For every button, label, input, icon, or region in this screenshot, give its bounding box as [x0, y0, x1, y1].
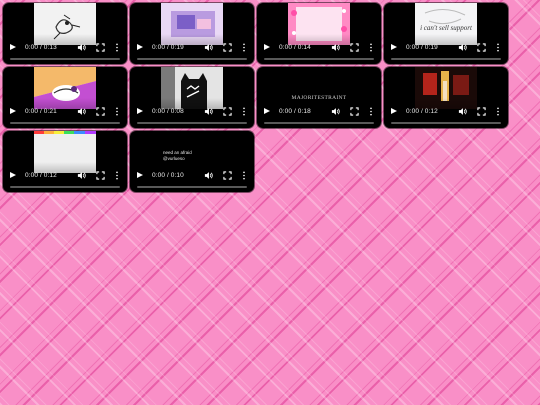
more-options-icon[interactable]	[369, 107, 373, 116]
video-player[interactable]: 0:00 / 0:13	[3, 3, 127, 64]
time-display: 0:00 / 0:18	[279, 107, 311, 115]
progress-bar[interactable]	[10, 186, 120, 188]
fullscreen-icon[interactable]	[223, 106, 232, 116]
controls-bar: 0:00 / 0:13	[3, 38, 127, 56]
more-options-icon[interactable]	[496, 43, 500, 52]
progress-bar[interactable]	[391, 58, 501, 60]
video-player[interactable]: i can't sell support 0:00 / 0:19	[384, 3, 508, 64]
time-display: 0:00 / 0:12	[406, 107, 438, 115]
controls-bar: 0:00 / 0:14	[257, 38, 381, 56]
progress-bar[interactable]	[10, 122, 120, 124]
fullscreen-icon[interactable]	[477, 42, 486, 52]
controls-bar: 0:00 / 0:18	[257, 102, 381, 120]
controls-bar: 0:00 / 0:21	[3, 102, 127, 120]
fullscreen-icon[interactable]	[96, 42, 105, 52]
controls-bar: 0:00 / 0:19	[130, 38, 254, 56]
video-player[interactable]: MAJORITESTRAINT 0:00 / 0:18	[257, 67, 381, 128]
volume-icon[interactable]	[458, 107, 467, 116]
video-player[interactable]: 0:00 / 0:19	[130, 3, 254, 64]
video-player[interactable]: 0:00 / 0:12	[384, 67, 508, 128]
video-player[interactable]: 0:00 / 0:14	[257, 3, 381, 64]
more-options-icon[interactable]	[115, 171, 119, 180]
time-display: 0:00 / 0:13	[25, 43, 57, 51]
play-icon[interactable]	[391, 44, 397, 50]
play-icon[interactable]	[137, 172, 143, 178]
progress-bar[interactable]	[264, 122, 374, 124]
controls-bar: 0:00 / 0:08	[130, 102, 254, 120]
play-icon[interactable]	[391, 108, 397, 114]
more-options-icon[interactable]	[496, 107, 500, 116]
controls-bar: 0:00 / 0:19	[384, 38, 508, 56]
more-options-icon[interactable]	[242, 107, 246, 116]
video-caption: MAJORITESTRAINT	[291, 95, 347, 101]
play-icon[interactable]	[137, 44, 143, 50]
volume-icon[interactable]	[77, 171, 86, 180]
play-icon[interactable]	[10, 172, 16, 178]
volume-icon[interactable]	[331, 43, 340, 52]
fullscreen-icon[interactable]	[350, 106, 359, 116]
time-display: 0:00 / 0:19	[406, 43, 438, 51]
progress-bar[interactable]	[391, 122, 501, 124]
more-options-icon[interactable]	[115, 43, 119, 52]
volume-icon[interactable]	[331, 107, 340, 116]
fullscreen-icon[interactable]	[477, 106, 486, 116]
controls-bar: 0:00 / 0:10	[130, 166, 254, 184]
video-caption: need an afraid @vurlueso	[163, 150, 192, 161]
fullscreen-icon[interactable]	[96, 170, 105, 180]
progress-bar[interactable]	[137, 122, 247, 124]
time-display: 0:00 / 0:21	[25, 107, 57, 115]
time-display: 0:00 / 0:08	[152, 107, 184, 115]
play-icon[interactable]	[264, 44, 270, 50]
progress-bar[interactable]	[137, 58, 247, 60]
time-display: 0:00 / 0:19	[152, 43, 184, 51]
progress-bar[interactable]	[10, 58, 120, 60]
play-icon[interactable]	[137, 108, 143, 114]
volume-icon[interactable]	[204, 107, 213, 116]
progress-bar[interactable]	[137, 186, 247, 188]
video-player[interactable]: 0:00 / 0:21	[3, 67, 127, 128]
video-player[interactable]: 0:00 / 0:08	[130, 67, 254, 128]
progress-bar[interactable]	[264, 58, 374, 60]
volume-icon[interactable]	[77, 107, 86, 116]
volume-icon[interactable]	[458, 43, 467, 52]
time-display: 0:00 / 0:10	[152, 171, 184, 179]
fullscreen-icon[interactable]	[223, 42, 232, 52]
time-display: 0:00 / 0:14	[279, 43, 311, 51]
volume-icon[interactable]	[77, 43, 86, 52]
more-options-icon[interactable]	[369, 43, 373, 52]
volume-icon[interactable]	[204, 43, 213, 52]
play-icon[interactable]	[264, 108, 270, 114]
more-options-icon[interactable]	[115, 107, 119, 116]
fullscreen-icon[interactable]	[350, 42, 359, 52]
controls-bar: 0:00 / 0:12	[3, 166, 127, 184]
play-icon[interactable]	[10, 108, 16, 114]
video-player[interactable]: need an afraid @vurlueso 0:00 / 0:10	[130, 131, 254, 192]
play-icon[interactable]	[10, 44, 16, 50]
more-options-icon[interactable]	[242, 43, 246, 52]
fullscreen-icon[interactable]	[96, 106, 105, 116]
volume-icon[interactable]	[204, 171, 213, 180]
video-grid: 0:00 / 0:13 0:00 / 0:19 0:00 / 0:14 i ca…	[3, 3, 508, 192]
video-caption: i can't sell support	[420, 24, 472, 32]
more-options-icon[interactable]	[242, 171, 246, 180]
controls-bar: 0:00 / 0:12	[384, 102, 508, 120]
video-player[interactable]: 0:00 / 0:12	[3, 131, 127, 192]
time-display: 0:00 / 0:12	[25, 171, 57, 179]
fullscreen-icon[interactable]	[223, 170, 232, 180]
